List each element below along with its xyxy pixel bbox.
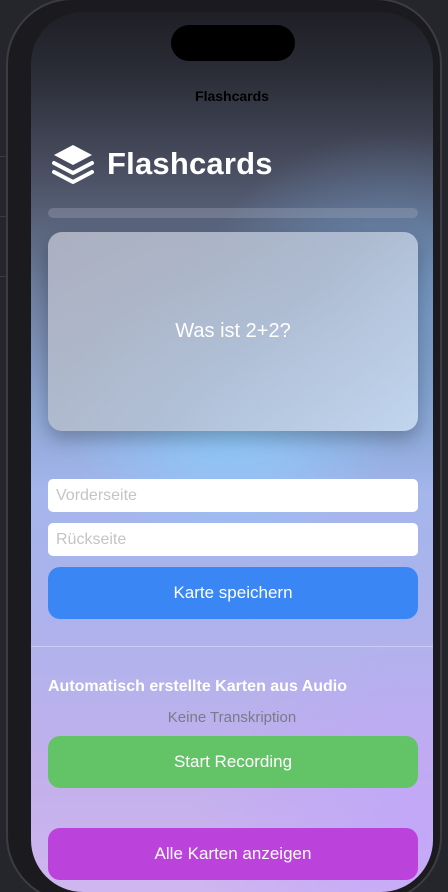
start-recording-button[interactable]: Start Recording (48, 736, 418, 788)
section-divider (31, 646, 433, 647)
dynamic-island (171, 25, 295, 61)
back-side-input[interactable] (48, 523, 418, 556)
transcript-status: Keine Transkription (167, 709, 297, 726)
app-title: Flashcards (107, 146, 273, 181)
show-all-cards-button[interactable]: Alle Karten anzeigen (48, 828, 418, 880)
flashcard-question: Was ist 2+2? (175, 320, 291, 342)
stack-layers-icon (51, 142, 95, 186)
front-side-input[interactable] (48, 479, 418, 512)
save-card-button[interactable]: Karte speichern (48, 567, 418, 619)
app-header: Flashcards (51, 142, 273, 186)
audio-section-title: Automatisch erstellte Karten aus Audio (48, 678, 348, 695)
phone-bezel: Flashcards Flashcards Was ist 2+2? Vorde… (8, 0, 440, 892)
progress-bar (48, 208, 418, 218)
flashcard[interactable]: Was ist 2+2? (48, 232, 418, 431)
app-screen: Flashcards Flashcards Was ist 2+2? Vorde… (31, 12, 433, 892)
device-frame: Flashcards Flashcards Was ist 2+2? Vorde… (0, 0, 448, 892)
nav-title: Flashcards (195, 88, 269, 104)
